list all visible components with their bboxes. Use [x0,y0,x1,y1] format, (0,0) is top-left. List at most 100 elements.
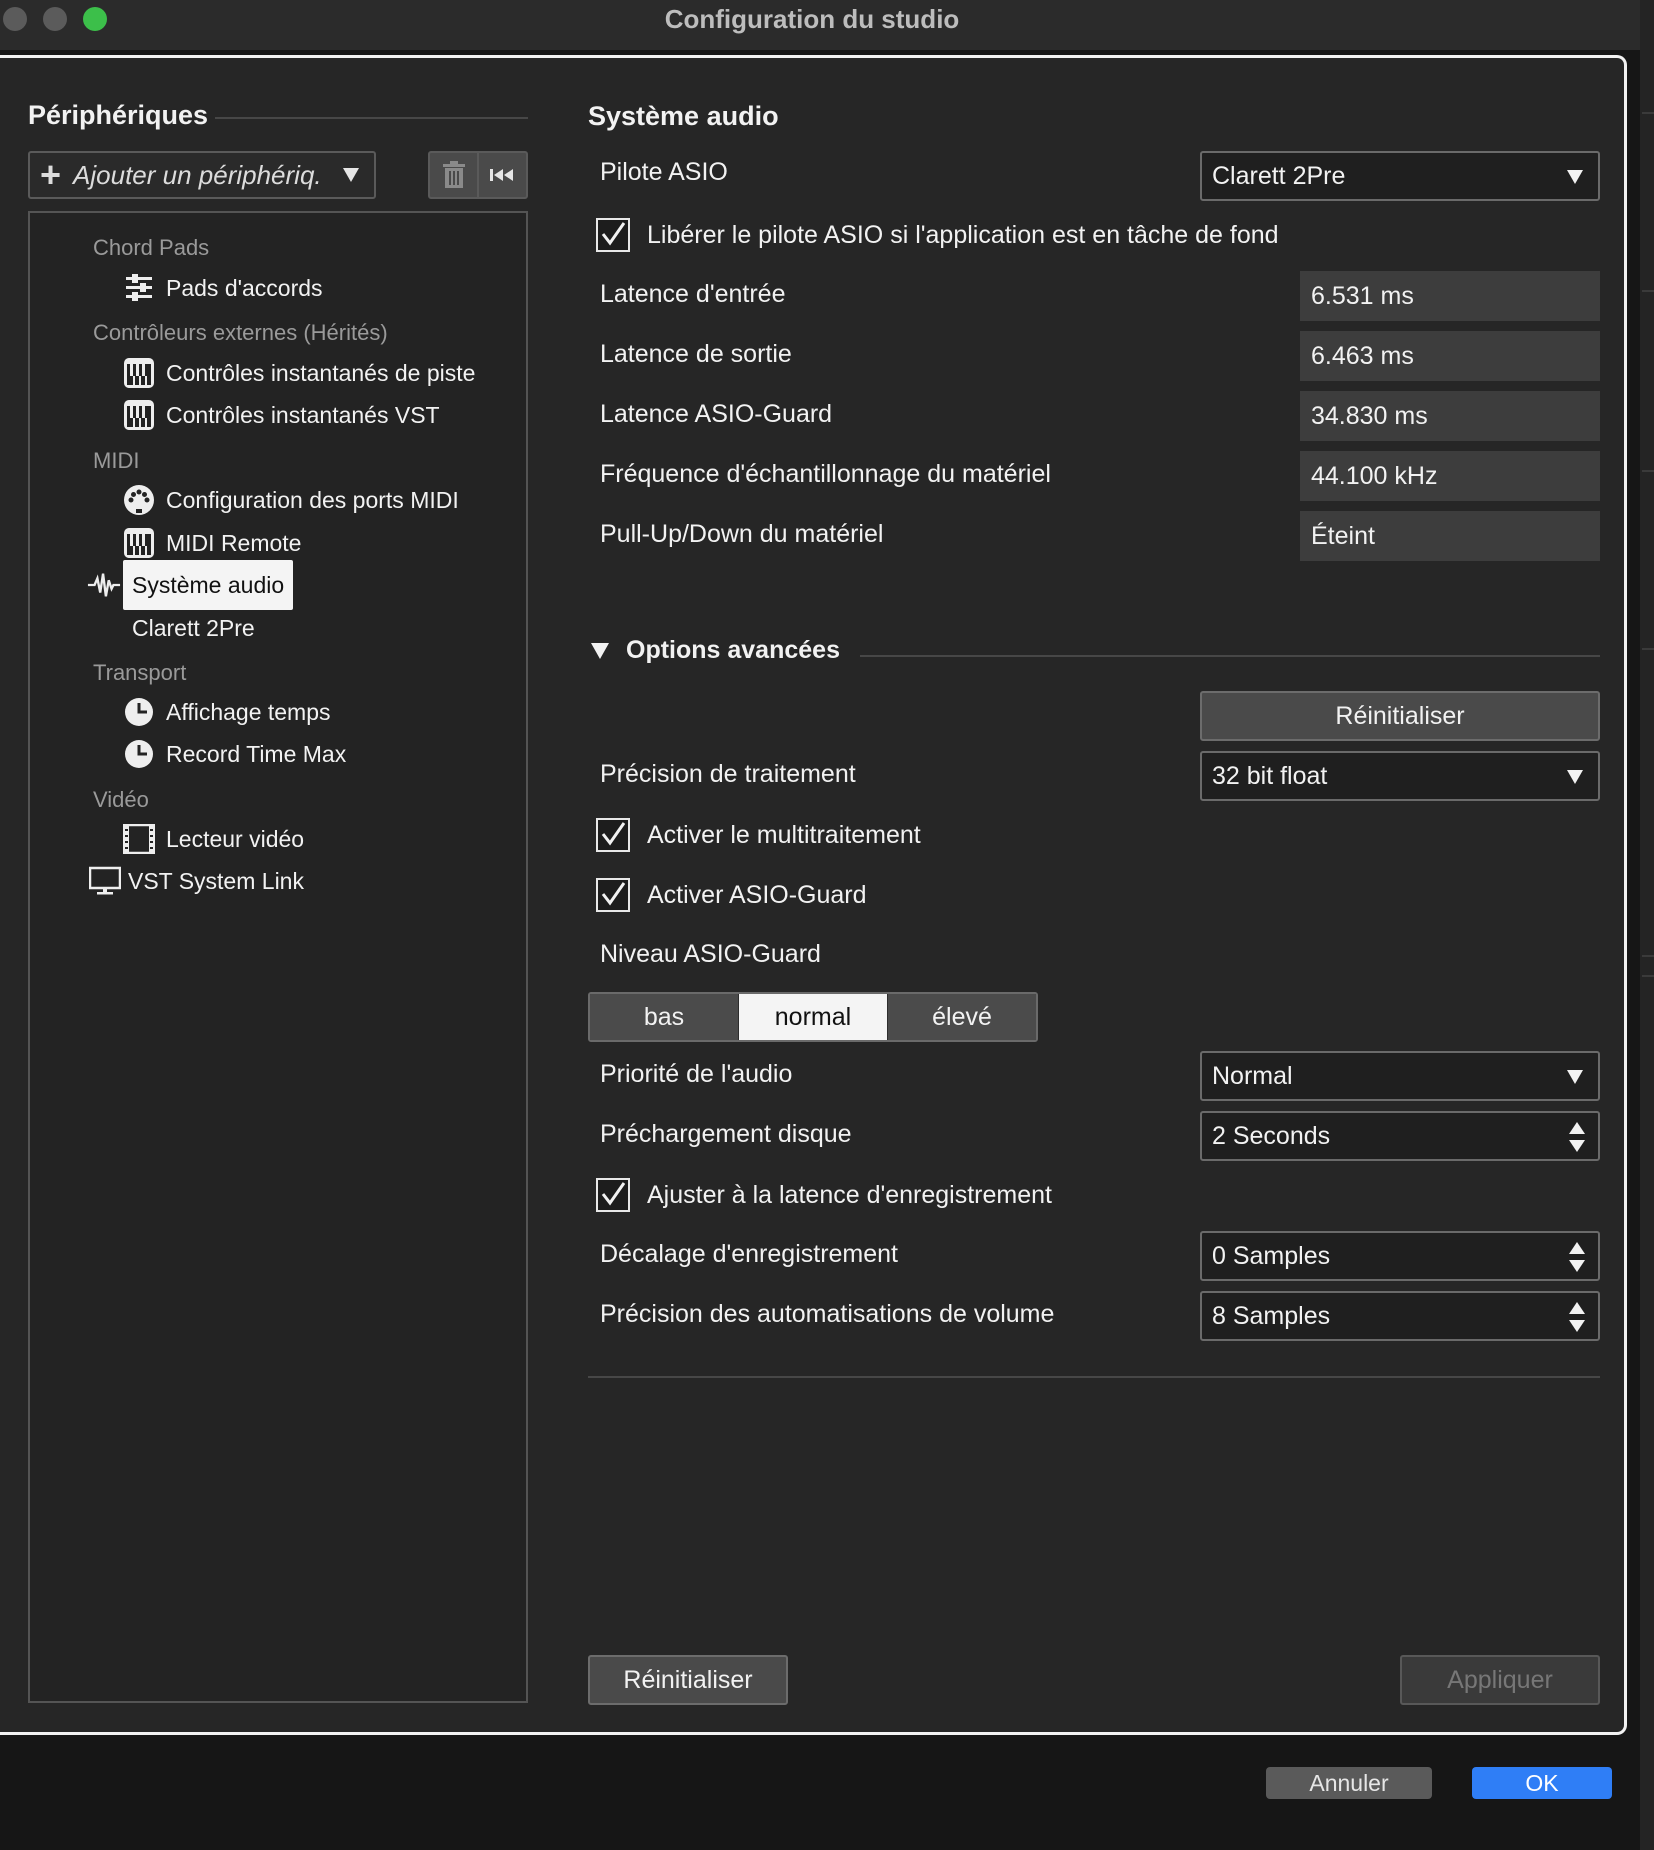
tree-item-time-display[interactable]: Affichage temps [122,692,331,732]
dropdown-arrow-icon [1567,770,1583,784]
keyboard-icon [122,526,156,560]
window-title: Configuration du studio [664,4,960,34]
adjust-record-latency-option[interactable]: Ajuster à la latence d'enregistrement [596,1175,1052,1215]
tree-item-label: Pads d'accords [166,274,323,301]
tree-item-track-quick-controls[interactable]: Contrôles instantanés de piste [122,353,475,393]
tree-item-label: Record Time Max [166,740,347,767]
audio-priority-select[interactable]: Normal [1200,1051,1600,1101]
advanced-options-divider [860,655,1600,657]
guard-level-high[interactable]: élevé [887,994,1036,1040]
category-transport: Transport [93,660,187,685]
advanced-bottom-divider [588,1376,1600,1378]
pull-up-down-label: Pull-Up/Down du matériel [600,520,884,548]
disk-preload-stepper[interactable]: 2 Seconds [1200,1111,1600,1161]
tree-item-label: Contrôles instantanés VST [166,401,440,428]
advanced-reset-button[interactable]: Réinitialiser [1200,691,1600,741]
category-external-controllers: Contrôleurs externes (Hérités) [93,320,388,345]
dropdown-arrow-icon [343,168,359,182]
clock-icon [122,737,156,771]
disk-preload-value: 2 Seconds [1212,1122,1331,1150]
tree-item-chord-pads[interactable]: Pads d'accords [122,268,323,308]
processing-precision-select[interactable]: 32 bit float [1200,751,1600,801]
stepper-arrows-icon[interactable] [1568,1121,1586,1153]
asio-guard-label: Activer ASIO-Guard [647,880,867,909]
audio-priority-value: Normal [1212,1062,1293,1090]
asio-guard-latency-value: 34.830 ms [1300,391,1600,441]
tree-item-audio-system[interactable]: Système audio [87,560,294,610]
checkmark-icon [601,1182,626,1206]
ok-button[interactable]: OK [1472,1767,1612,1799]
asio-driver-label: Pilote ASIO [600,158,728,186]
device-tree: Chord Pads Pads d'accords Contrôleurs ex… [28,211,528,1703]
tree-item-video-player[interactable]: Lecteur vidéo [122,819,304,859]
clock-icon [122,695,156,729]
checkmark-icon [601,822,626,846]
devices-title: Périphériques [28,100,209,130]
tree-item-label: Contrôles instantanés de piste [166,359,476,386]
waveform-icon [87,568,121,602]
plus-icon: + [40,154,62,195]
asio-guard-level-control: bas normal élevé [588,992,1038,1042]
checkmark-icon [601,882,626,906]
add-device-dropdown[interactable]: + Ajouter un périphériq. [28,151,376,199]
monitor-icon [88,864,122,898]
midi-port-icon [122,483,156,517]
asio-guard-option[interactable]: Activer ASIO-Guard [596,875,867,915]
add-device-label: Ajouter un périphériq. [73,159,322,190]
audio-priority-label: Priorité de l'audio [600,1060,793,1088]
background-window-edge [1640,0,1654,1850]
reset-device-button[interactable] [477,153,526,197]
category-video: Vidéo [93,787,149,812]
keyboard-icon [122,356,156,390]
asio-driver-select[interactable]: Clarett 2Pre [1200,151,1600,201]
tree-item-label: VST System Link [128,867,304,894]
release-driver-checkbox[interactable] [596,218,630,252]
multiprocessing-option[interactable]: Activer le multitraitement [596,815,921,855]
asio-guard-checkbox[interactable] [596,878,630,912]
tree-item-label: Système audio [123,560,294,610]
record-offset-label: Décalage d'enregistrement [600,1240,898,1268]
stepper-arrows-icon[interactable] [1568,1241,1586,1273]
guard-level-normal[interactable]: normal [738,994,887,1040]
film-icon [122,822,156,856]
reset-button[interactable]: Réinitialiser [588,1655,788,1705]
sample-rate-label: Fréquence d'échantillonnage du matériel [600,460,1051,488]
tree-item-vst-quick-controls[interactable]: Contrôles instantanés VST [122,395,440,435]
sample-rate-value: 44.100 kHz [1300,451,1600,501]
trash-icon [442,161,465,188]
device-tools [428,151,528,199]
tree-item-label: Configuration des ports MIDI [166,486,459,513]
record-offset-stepper[interactable]: 0 Samples [1200,1231,1600,1281]
devices-title-divider [215,117,528,119]
apply-button[interactable]: Appliquer [1400,1655,1600,1705]
advanced-options-toggle[interactable]: Options avancées [590,636,840,665]
stepper-arrows-icon[interactable] [1568,1301,1586,1333]
cancel-button[interactable]: Annuler [1266,1767,1432,1799]
dropdown-arrow-icon [1567,1070,1583,1084]
tree-item-vst-system-link[interactable]: VST System Link [88,861,304,901]
volume-automation-precision-stepper[interactable]: 8 Samples [1200,1291,1600,1341]
dropdown-arrow-icon [1567,170,1583,184]
adjust-record-latency-label: Ajuster à la latence d'enregistrement [647,1180,1052,1209]
category-midi: MIDI [93,448,140,473]
pull-up-down-value: Éteint [1300,511,1600,561]
disk-preload-label: Préchargement disque [600,1120,852,1148]
tree-item-label: Clarett 2Pre [132,614,255,641]
tree-item-record-time-max[interactable]: Record Time Max [122,734,346,774]
keyboard-icon [122,398,156,432]
adjust-record-latency-checkbox[interactable] [596,1178,630,1212]
tree-item-clarett-2pre[interactable]: Clarett 2Pre [132,608,255,648]
multiprocessing-checkbox[interactable] [596,818,630,852]
release-driver-option[interactable]: Libérer le pilote ASIO si l'application … [596,215,1279,255]
guard-level-low[interactable]: bas [590,994,738,1040]
output-latency-label: Latence de sortie [600,340,792,368]
tree-item-midi-port-setup[interactable]: Configuration des ports MIDI [122,480,459,520]
rewind-icon [489,169,513,181]
category-chord-pads: Chord Pads [93,235,210,260]
multiprocessing-label: Activer le multitraitement [647,820,921,849]
tree-item-midi-remote[interactable]: MIDI Remote [122,523,301,563]
record-offset-value: 0 Samples [1212,1242,1331,1270]
processing-precision-label: Précision de traitement [600,760,856,788]
delete-device-button[interactable] [430,153,477,197]
title-bar: Configuration du studio [0,0,1654,50]
